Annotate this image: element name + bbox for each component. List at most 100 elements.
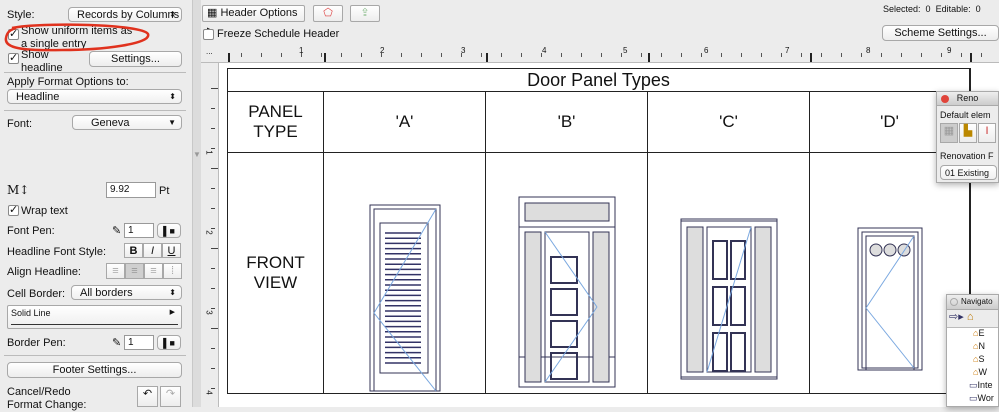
front-view-cell-c[interactable] <box>648 153 810 393</box>
ruler-minor-tick <box>241 53 242 57</box>
line-type-label: Solid Line <box>11 308 51 318</box>
cell-border-value: All borders <box>80 287 133 299</box>
ruler-label: 9 <box>947 46 952 55</box>
ruler-minor-tick <box>961 53 962 57</box>
redo-button[interactable]: ↷ <box>160 386 181 407</box>
font-select[interactable]: Geneva ▼ <box>72 115 182 130</box>
submenu-arrow-icon: ▶ <box>169 309 175 316</box>
close-icon[interactable] <box>941 95 949 103</box>
font-size-input[interactable]: 9.92 <box>106 182 156 198</box>
scheme-settings-button[interactable]: Scheme Settings... <box>882 25 999 41</box>
ruler-minor-tick <box>211 308 215 309</box>
schedule-title[interactable]: Door Panel Types <box>228 69 970 92</box>
column-header-a[interactable]: 'A' <box>324 92 486 153</box>
front-view-cell-a[interactable] <box>324 153 486 393</box>
border-pen-label: Border Pen: <box>7 337 66 349</box>
cancel-redo-label: Cancel/Redo Format Change: <box>7 386 87 411</box>
project-map-icon[interactable]: ⌂ <box>967 311 974 323</box>
demolish-status-button[interactable]: ▙ <box>959 123 977 143</box>
freeze-header-checkbox[interactable] <box>203 29 214 40</box>
renovation-filter-label: Renovation F <box>940 151 994 161</box>
navigator-item[interactable]: ⌂W <box>947 367 998 380</box>
column-header-b[interactable]: 'B' <box>486 92 648 153</box>
align-center-button[interactable]: ≡ <box>125 263 144 279</box>
ruler-major-tick <box>810 53 812 62</box>
navigator-item-label: Wor <box>977 393 994 403</box>
ruler-minor-tick <box>421 53 422 57</box>
updown-icon: ⬍ <box>169 92 176 101</box>
align-right-button[interactable]: ≡ <box>144 263 163 279</box>
font-pen-input[interactable]: 1 <box>124 223 154 238</box>
selected-value: 0 <box>925 4 931 14</box>
ruler-label: 3 <box>204 310 214 315</box>
align-justify-button[interactable]: ⁞ <box>163 263 182 279</box>
close-icon[interactable] <box>950 298 958 306</box>
ruler-minor-tick <box>801 53 802 57</box>
navigator-item-label: S <box>978 354 985 364</box>
headline-checkbox[interactable]: ✓ <box>8 53 19 64</box>
ruler-label: 2 <box>204 230 214 235</box>
ruler-minor-tick <box>601 53 602 57</box>
select-shape-button[interactable]: ⬠ <box>313 5 343 22</box>
line-type-selector[interactable]: Solid Line ▶ <box>7 305 182 329</box>
undo-button[interactable]: ↶ <box>137 386 158 407</box>
ruler-minor-tick <box>341 53 342 57</box>
footer-settings-button[interactable]: Footer Settings... <box>7 362 182 378</box>
column-header-c[interactable]: 'C' <box>648 92 810 153</box>
front-view-header[interactable]: FRONT VIEW <box>228 153 324 393</box>
apply-select[interactable]: Headline ⬍ <box>7 89 182 104</box>
navigator-item[interactable]: ▭Inte <box>947 380 998 393</box>
ruler-minor-tick <box>621 53 622 57</box>
view-map-icon[interactable]: ⇨▸ <box>949 311 964 323</box>
ruler-corner[interactable]: ... <box>206 47 213 56</box>
ruler-major-tick <box>648 53 650 62</box>
ruler-minor-tick <box>211 248 218 249</box>
navigator-item[interactable]: ⌂N <box>947 341 998 354</box>
ruler-minor-tick <box>901 53 902 57</box>
cell-border-select[interactable]: All borders ⬍ <box>71 285 182 300</box>
border-pen-input[interactable]: 1 <box>124 335 154 350</box>
ruler-minor-tick <box>641 53 642 57</box>
ruler-minor-tick <box>211 368 215 369</box>
italic-button[interactable]: I <box>143 243 162 258</box>
table-icon: ▦ <box>207 7 221 19</box>
underline-button[interactable]: U <box>162 243 181 258</box>
header-options-button[interactable]: ▦ Header Options ▶ <box>202 5 305 34</box>
navigator-item[interactable]: ⌂E <box>947 328 998 341</box>
panel-type-header[interactable]: PANEL TYPE <box>228 92 324 153</box>
ruler-label: 4 <box>204 390 214 395</box>
ruler-minor-tick <box>211 168 218 169</box>
new-status-button[interactable]: I <box>978 123 996 143</box>
font-label: Font: <box>7 118 33 130</box>
ruler-major-tick <box>970 53 972 62</box>
editable-value: 0 <box>975 4 981 14</box>
align-label: Align Headline: <box>7 266 81 278</box>
door-elevation-d <box>857 227 922 371</box>
ruler-minor-tick <box>921 53 922 57</box>
cell-border-label: Cell Border: <box>7 288 66 300</box>
ruler-minor-tick <box>211 108 215 109</box>
ruler-minor-tick <box>741 53 742 57</box>
navigator-item[interactable]: ⌂S <box>947 354 998 367</box>
settings-button[interactable]: Settings... <box>89 51 182 67</box>
pen-color-button[interactable]: ▌■ <box>157 223 181 238</box>
update-button[interactable]: ⇪ <box>350 5 380 22</box>
existing-status-button[interactable]: ▦ <box>940 123 958 143</box>
ruler-minor-tick <box>211 288 215 289</box>
header-options-label: Header Options <box>220 7 298 19</box>
ruler-minor-tick <box>861 53 862 57</box>
renovation-filter-select[interactable]: 01 Existing <box>940 165 997 180</box>
navigator-item[interactable]: ▭Wor <box>947 393 998 406</box>
wrap-checkbox[interactable]: ✓ <box>8 205 19 216</box>
panel-scrollbar[interactable]: ▼ <box>193 0 201 407</box>
font-pen-label: Font Pen: <box>7 225 55 237</box>
border-pen-color-button[interactable]: ▌■ <box>157 335 181 350</box>
ruler-minor-tick <box>721 53 722 57</box>
ruler-minor-tick <box>401 53 402 57</box>
front-view-cell-b[interactable] <box>486 153 648 393</box>
layout-icon: ▭ <box>969 393 978 403</box>
door-elevation-c <box>680 218 777 380</box>
align-left-button[interactable]: ≡ <box>106 263 125 279</box>
ruler-minor-tick <box>441 53 442 57</box>
bold-button[interactable]: B <box>124 243 143 258</box>
